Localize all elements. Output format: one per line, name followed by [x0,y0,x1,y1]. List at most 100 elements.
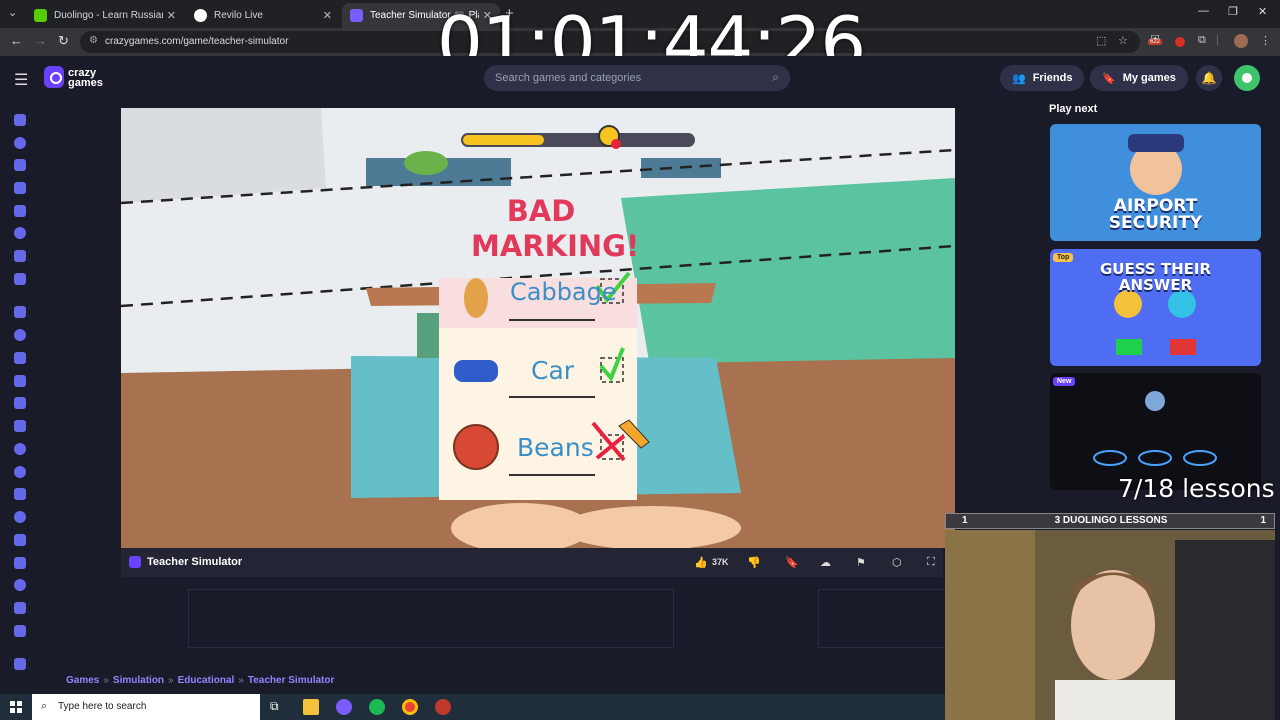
search-icon[interactable]: ⌕ [772,70,779,85]
lesson-goal-right: 1 [1260,515,1266,526]
home-icon[interactable] [14,114,26,126]
install-app-icon[interactable]: ⬚ [1096,34,1106,47]
site-logo-text[interactable]: crazy games [68,68,103,89]
clicker-icon[interactable] [14,488,26,500]
windows-start-icon[interactable] [10,701,22,713]
play-next-title: Play next [1049,103,1098,115]
recent-clock-icon[interactable] [14,137,26,149]
multiplayer-icon[interactable] [14,250,26,262]
breadcrumb-educational[interactable]: Educational [178,675,235,686]
word-games-icon[interactable] [14,625,26,637]
taskbar-search-input[interactable]: ⌕ Type here to search [32,694,260,720]
bookmark-star-icon[interactable]: ☆ [1118,34,1128,47]
question-icon[interactable] [14,602,26,614]
tags-icon[interactable] [14,658,26,670]
game-progress-fill [463,135,544,145]
beauty-icon[interactable] [14,375,26,387]
adventure-compass-icon[interactable] [14,329,26,341]
file-explorer-icon[interactable] [303,699,319,715]
forward-icon[interactable]: → [34,33,47,48]
hamburger-menu-icon[interactable]: ☰ [14,70,28,90]
lesson-goal-bar: 3 DUOLINGO LESSONS 1 1 [945,513,1275,529]
restore-icon[interactable]: ❐ [1228,5,1238,18]
profile-avatar[interactable] [1234,34,1248,48]
controller-icon[interactable] [14,511,26,523]
tab-duolingo[interactable]: Duolingo - Learn Russian with Ja ✕ [26,3,184,28]
action-bolt-icon[interactable] [14,306,26,318]
webcam-feed [945,530,1275,720]
originals-icon[interactable] [14,227,26,239]
car-icon[interactable] [14,420,26,432]
notifications-bell-icon[interactable]: 🔔 [1196,65,1222,91]
breadcrumb-separator: » [238,675,244,686]
discord-icon[interactable] [336,699,352,715]
user-avatar[interactable] [1234,65,1260,91]
close-window-icon[interactable]: ✕ [1258,5,1267,18]
card-title-line-2: ANSWER [1118,276,1193,294]
trending-flame-icon[interactable] [14,182,26,194]
lesson-goal-label: 3 DUOLINGO LESSONS [1054,515,1168,526]
banner-line-1: BAD [506,194,576,228]
dress-up-icon[interactable] [14,534,26,546]
breadcrumb-games[interactable]: Games [66,675,99,686]
tab-search-icon[interactable]: ⌄ [8,6,17,19]
game-card-airport-security[interactable]: AIRPORT SECURITY [1050,124,1261,241]
bike-icon[interactable] [14,397,26,409]
search-placeholder: Search games and categories [495,72,642,84]
thumbs-down-icon[interactable]: 👎 [747,556,761,569]
crazygames-favicon-icon [350,9,363,22]
escape-icon[interactable] [14,579,26,591]
friends-button[interactable]: 👥 Friends [1000,65,1085,91]
updated-refresh-icon[interactable] [14,205,26,217]
game-card-guess-their-answer[interactable]: Top GUESS THEIR ANSWER [1050,249,1261,366]
card-icon[interactable] [14,443,26,455]
extension-badge: 622 [1148,39,1163,45]
site-info-icon[interactable]: ⚙ [89,35,98,46]
game-card-space-tictactoe[interactable]: New [1050,373,1261,490]
casual-icon[interactable] [14,466,26,478]
breadcrumb-separator: » [168,675,174,686]
likes-count: 37K [712,557,729,567]
thumbs-up-icon[interactable]: 👍 [694,556,708,569]
tab-revilo-live[interactable]: Revilo Live ✕ [186,3,340,28]
breadcrumb-current[interactable]: Teacher Simulator [248,675,335,686]
bad-marking-banner: BAD MARKING! [471,194,639,264]
game-canvas[interactable]: BAD MARKING! Cabbage Car Beans [121,108,955,548]
chrome-icon[interactable] [402,699,418,715]
word-car: Car [531,356,575,385]
report-flag-icon[interactable]: ⚑ [856,556,866,569]
lesson-goal-left: 1 [962,515,968,526]
basketball-icon[interactable] [14,352,26,364]
spotify-icon[interactable] [369,699,385,715]
card-title-line-1: GUESS THEIR [1099,260,1212,278]
close-tab-icon[interactable]: ✕ [323,9,332,22]
browser-menu-icon[interactable]: ⋮ [1260,34,1271,47]
driving-icon[interactable] [14,557,26,569]
task-view-icon[interactable]: ⧉ [270,699,286,715]
crazygames-logo-icon[interactable] [44,66,64,88]
friends-label: Friends [1032,72,1073,84]
taskbar-search-placeholder: Type here to search [58,701,147,712]
back-icon[interactable]: ← [10,33,23,48]
word-beans: Beans [517,433,594,462]
ad-placeholder [188,589,674,648]
my-games-label: My games [1122,72,1176,84]
tab-title: Revilo Live [214,10,263,21]
fullscreen-icon[interactable]: ⛶ [927,556,935,569]
extensions-puzzle-icon[interactable]: ⧉ [1198,34,1206,47]
new-tag: New [1053,377,1076,386]
my-games-button[interactable]: 🔖 My games [1090,65,1188,91]
bookmark-game-icon[interactable]: 🔖 [785,556,799,569]
close-tab-icon[interactable]: ✕ [167,9,176,22]
two-player-icon[interactable] [14,273,26,285]
reload-icon[interactable]: ↻ [58,33,69,49]
obs-icon[interactable] [435,699,451,715]
theater-mode-icon[interactable]: ⬡ [892,556,902,569]
game-search-input[interactable]: Search games and categories ⌕ [484,65,790,91]
breadcrumb-simulation[interactable]: Simulation [113,675,164,686]
tab-title: Duolingo - Learn Russian with Ja [54,10,163,21]
cloud-save-icon[interactable]: ☁ [820,556,831,569]
minimize-icon[interactable]: — [1198,5,1209,17]
new-sparkle-icon[interactable] [14,159,26,171]
extension-red-icon[interactable] [1175,37,1185,47]
